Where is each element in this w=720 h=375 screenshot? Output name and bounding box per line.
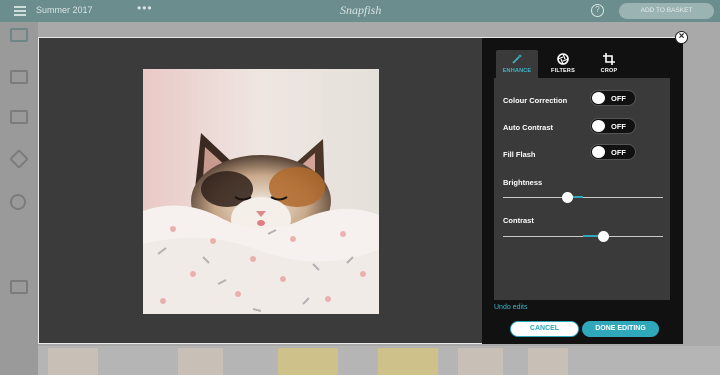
more-options-icon[interactable]: ••• [137,1,153,15]
edited-photo [143,69,379,314]
toggle-value: OFF [611,94,626,103]
help-icon[interactable]: ? [591,4,604,17]
app-header: Summer 2017 ••• Snapfish ? ADD TO BASKET [0,0,720,22]
enhance-settings: Colour Correction OFF Auto Contrast OFF … [494,78,670,300]
crop-icon [603,53,615,65]
tab-crop-label: CROP [600,68,618,74]
contrast-label: Contrast [503,216,534,225]
embellishments-icon[interactable] [10,194,26,210]
app-sidebar [0,22,38,375]
tab-filters-label: FILTERS [551,68,575,74]
tray-thumbnail[interactable] [458,348,503,375]
layouts-icon[interactable] [10,70,28,84]
colour-correction-toggle[interactable]: OFF [590,90,636,106]
tab-enhance-label: ENHANCE [502,68,532,74]
toggle-value: OFF [611,148,626,157]
undo-edits-link[interactable]: Undo edits [494,304,527,311]
brightness-slider[interactable] [503,192,663,204]
toggle-value: OFF [611,122,626,131]
brand-logo: Snapfish [340,3,382,17]
photo-editor-modal: ENHANCE FILTERS CROP Colour Correction O… [38,37,683,344]
toggle-knob [592,146,605,158]
auto-contrast-toggle[interactable]: OFF [590,118,636,134]
hamburger-menu-icon[interactable] [14,6,26,16]
tab-crop[interactable]: CROP [588,50,630,78]
add-to-basket-button[interactable]: ADD TO BASKET [619,3,714,19]
tray-thumbnail[interactable] [178,348,223,375]
close-icon[interactable]: × [675,31,688,44]
cancel-button[interactable]: CANCEL [510,321,579,337]
toggle-knob [592,92,605,104]
colour-correction-label: Colour Correction [503,96,568,105]
tab-filters[interactable]: FILTERS [542,50,584,78]
text-icon[interactable] [10,236,28,250]
slider-track [503,197,663,198]
backgrounds-icon[interactable] [9,149,29,169]
auto-contrast-label: Auto Contrast [503,123,553,132]
toggle-knob [592,120,605,132]
edit-tabs: ENHANCE FILTERS CROP [496,50,676,78]
tray-thumbnail[interactable] [528,348,568,375]
brightness-label: Brightness [503,178,543,187]
fill-flash-label: Fill Flash [503,150,536,159]
image-icon[interactable] [10,280,28,294]
tray-thumbnail[interactable] [278,348,338,375]
contrast-slider[interactable] [503,231,663,243]
slider-thumb[interactable] [561,192,573,203]
edit-panel: ENHANCE FILTERS CROP Colour Correction O… [482,38,683,344]
aperture-icon [557,53,569,65]
photos-icon[interactable] [10,28,28,42]
photo-tray [38,346,720,375]
project-title[interactable]: Summer 2017 [36,5,93,15]
stickers-icon[interactable] [10,110,28,124]
tab-enhance[interactable]: ENHANCE [496,50,538,78]
tray-thumbnail[interactable] [378,348,438,375]
slider-thumb[interactable] [598,231,610,242]
tray-thumbnail[interactable] [48,348,98,375]
magic-wand-icon [512,54,522,64]
fill-flash-toggle[interactable]: OFF [590,144,636,160]
done-editing-button[interactable]: DONE EDITING [582,321,659,337]
